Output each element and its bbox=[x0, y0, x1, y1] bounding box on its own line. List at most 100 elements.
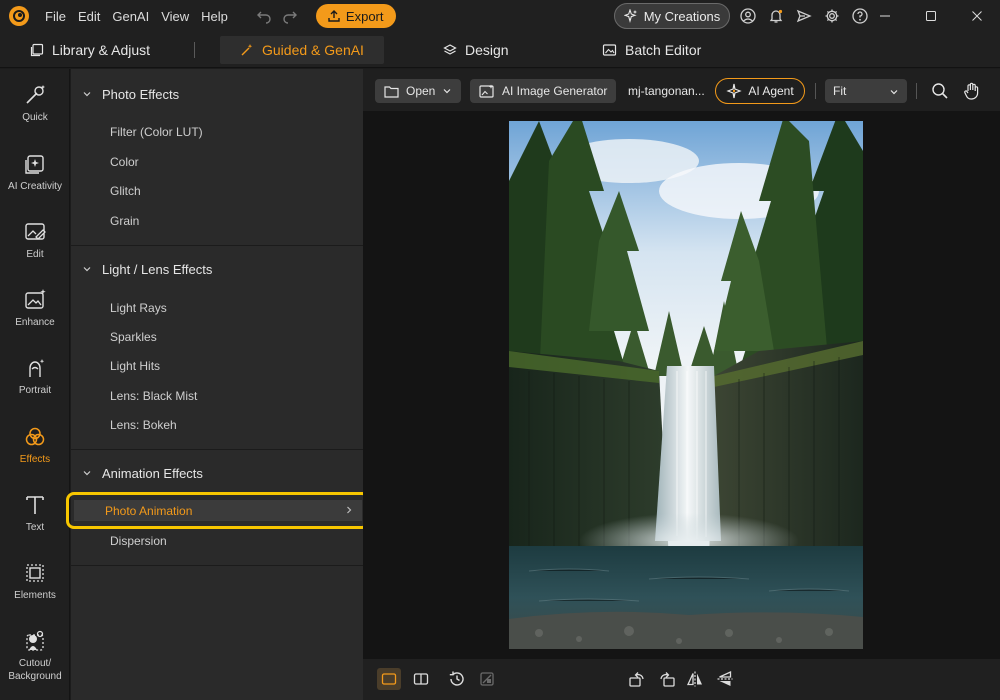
notifications-icon[interactable] bbox=[766, 6, 786, 26]
mask-icon[interactable] bbox=[475, 668, 499, 690]
redo-icon[interactable] bbox=[282, 8, 298, 24]
zoom-search-icon[interactable] bbox=[929, 80, 951, 102]
rail-label-text: Text bbox=[25, 522, 45, 533]
rail-item-cutout[interactable]: Cutout/ Background bbox=[0, 629, 70, 683]
section-title: Animation Effects bbox=[102, 465, 203, 481]
layers-icon bbox=[443, 44, 457, 55]
file-name: mj-tangonan... bbox=[628, 84, 705, 98]
section-light-lens-effects[interactable]: Light / Lens Effects bbox=[71, 257, 363, 281]
library-icon bbox=[30, 43, 44, 57]
rail-item-ai-creativity[interactable]: AI Creativity bbox=[0, 152, 70, 193]
title-bar: File Edit GenAI View Help Export My Crea… bbox=[0, 0, 1000, 32]
menu-help[interactable]: Help bbox=[195, 9, 234, 24]
chevron-down-icon bbox=[443, 89, 451, 94]
photo-animation-label: Photo Animation bbox=[105, 504, 193, 518]
effect-item[interactable]: Filter (Color LUT) bbox=[110, 125, 203, 139]
my-creations-label: My Creations bbox=[643, 8, 721, 24]
batch-icon bbox=[602, 44, 617, 56]
export-button[interactable]: Export bbox=[315, 4, 396, 28]
tab-batch-editor[interactable]: Batch Editor bbox=[602, 36, 701, 64]
rail-label-portrait: Portrait bbox=[18, 385, 52, 396]
main-tab-bar: Library & Adjust Guided & GenAI Design B… bbox=[0, 32, 1000, 68]
tab-design[interactable]: Design bbox=[443, 36, 509, 64]
magic-wand-icon bbox=[241, 44, 253, 56]
undo-icon[interactable] bbox=[256, 8, 272, 24]
single-view-icon[interactable] bbox=[377, 668, 401, 690]
menu-genai[interactable]: GenAI bbox=[106, 9, 155, 24]
divider bbox=[71, 245, 363, 246]
magic-wand-icon bbox=[26, 85, 45, 104]
tab-library-adjust[interactable]: Library & Adjust bbox=[30, 36, 150, 64]
history-icon[interactable] bbox=[445, 668, 469, 690]
compare-view-icon[interactable] bbox=[409, 668, 433, 690]
toolbar-divider bbox=[815, 83, 816, 99]
rail-label-ai-creativity: AI Creativity bbox=[8, 181, 62, 192]
canvas-bottom-bar bbox=[363, 659, 1000, 700]
effect-item[interactable]: Grain bbox=[110, 214, 139, 228]
folder-icon bbox=[384, 85, 399, 98]
rail-item-edit[interactable]: Edit bbox=[0, 220, 70, 261]
rail-label-enhance: Enhance bbox=[15, 317, 55, 328]
app-logo-icon bbox=[9, 6, 29, 26]
rail-label-quick: Quick bbox=[22, 112, 48, 123]
effects-icon bbox=[25, 427, 45, 446]
effect-item[interactable]: Dispersion bbox=[110, 534, 167, 548]
chevron-down-icon bbox=[83, 471, 91, 476]
section-title: Photo Effects bbox=[102, 86, 180, 102]
minimize-icon[interactable] bbox=[862, 0, 908, 32]
tab-guided-label: Guided & GenAI bbox=[262, 42, 364, 58]
effect-item[interactable]: Lens: Bokeh bbox=[110, 418, 177, 432]
menu-edit[interactable]: Edit bbox=[72, 9, 106, 24]
effects-panel: Photo Effects Filter (Color LUT) Color G… bbox=[66, 69, 370, 700]
rotate-left-icon[interactable] bbox=[625, 668, 649, 690]
feedback-icon[interactable] bbox=[794, 6, 814, 26]
zoom-fit-select[interactable]: Fit bbox=[825, 79, 907, 103]
menu-file[interactable]: File bbox=[39, 9, 72, 24]
rail-item-elements[interactable]: Elements bbox=[0, 561, 70, 602]
effect-item[interactable]: Light Hits bbox=[110, 359, 160, 373]
effect-item[interactable]: Glitch bbox=[110, 184, 141, 198]
effect-item[interactable]: Light Rays bbox=[110, 301, 167, 315]
ai-agent-icon bbox=[726, 83, 742, 99]
rail-item-enhance[interactable]: Enhance bbox=[0, 288, 70, 329]
section-photo-effects[interactable]: Photo Effects bbox=[71, 82, 363, 106]
ai-creativity-icon bbox=[25, 155, 44, 174]
effect-item[interactable]: Color bbox=[110, 155, 139, 169]
canvas-toolbar: Open AI Image Generator mj-tangonan... A… bbox=[363, 69, 1000, 111]
menu-view[interactable]: View bbox=[155, 9, 195, 24]
left-tool-rail: Quick AI Creativity Edit Enhance Portrai… bbox=[0, 69, 70, 700]
maximize-icon[interactable] bbox=[908, 0, 954, 32]
tab-guided-genai[interactable]: Guided & GenAI bbox=[220, 36, 384, 64]
elements-icon bbox=[26, 564, 44, 582]
flip-horizontal-icon[interactable] bbox=[683, 668, 707, 690]
ai-image-generator-label: AI Image Generator bbox=[502, 84, 608, 98]
tab-batch-label: Batch Editor bbox=[625, 42, 702, 58]
rail-item-effects[interactable]: Effects bbox=[0, 425, 70, 466]
rail-item-quick[interactable]: Quick bbox=[0, 83, 70, 124]
my-creations-button[interactable]: My Creations bbox=[614, 3, 730, 29]
portrait-icon bbox=[29, 359, 45, 377]
settings-gear-icon[interactable] bbox=[822, 6, 842, 26]
rail-item-text[interactable]: Text bbox=[0, 493, 70, 534]
rail-item-portrait[interactable]: Portrait bbox=[0, 356, 70, 397]
effect-item[interactable]: Sparkles bbox=[110, 330, 157, 344]
ai-agent-label: AI Agent bbox=[748, 84, 794, 98]
close-icon[interactable] bbox=[954, 0, 1000, 32]
photo-animation-item[interactable]: Photo Animation bbox=[66, 492, 370, 529]
waterfall-photo bbox=[509, 121, 863, 649]
account-icon[interactable] bbox=[738, 6, 758, 26]
rotate-right-icon[interactable] bbox=[655, 668, 679, 690]
rail-label-elements: Elements bbox=[14, 590, 56, 601]
hand-pan-icon[interactable] bbox=[961, 80, 983, 102]
enhance-icon bbox=[25, 289, 46, 309]
sparkle-icon bbox=[623, 9, 637, 23]
flip-vertical-icon[interactable] bbox=[713, 668, 737, 690]
edit-image-icon bbox=[25, 223, 46, 240]
open-button[interactable]: Open bbox=[375, 79, 462, 103]
effect-item[interactable]: Lens: Black Mist bbox=[110, 389, 197, 403]
section-animation-effects[interactable]: Animation Effects bbox=[71, 461, 363, 485]
image-canvas[interactable] bbox=[363, 111, 1000, 659]
ai-image-generator-button[interactable]: AI Image Generator bbox=[470, 79, 617, 103]
export-icon bbox=[328, 10, 340, 22]
ai-agent-button[interactable]: AI Agent bbox=[715, 78, 805, 104]
